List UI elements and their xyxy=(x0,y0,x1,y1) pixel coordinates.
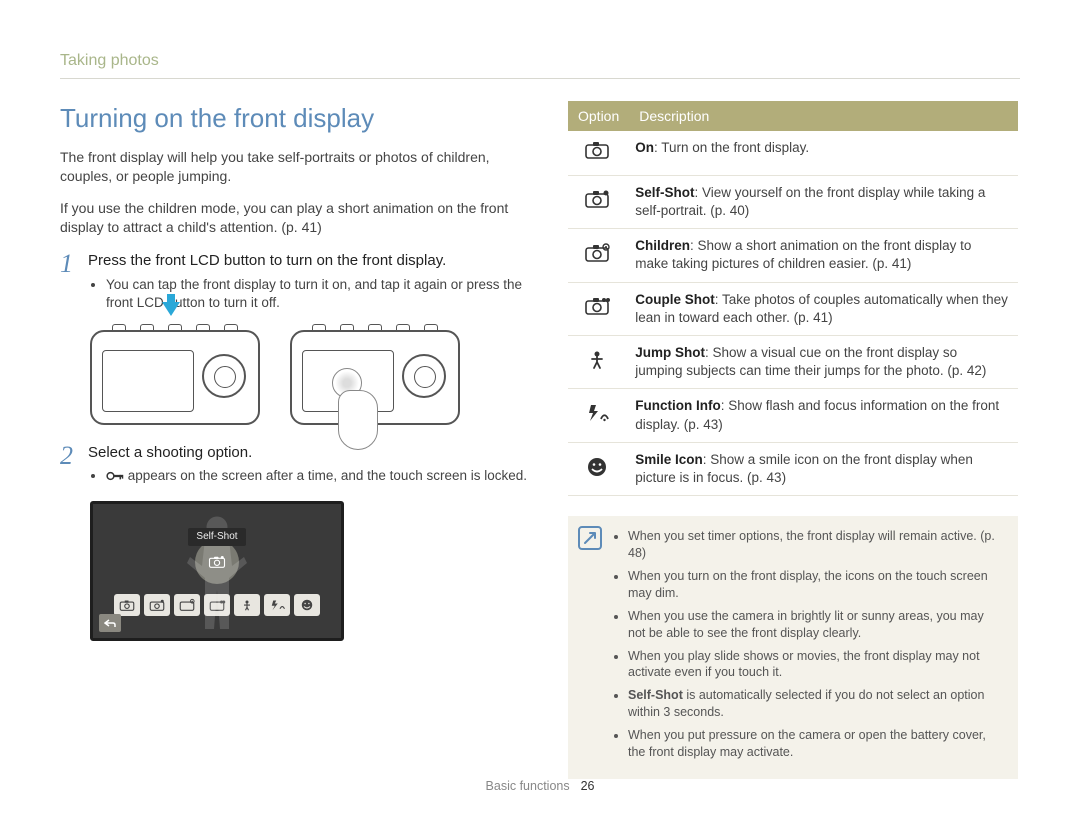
jump-shot-icon xyxy=(583,349,611,371)
th-description: Description xyxy=(629,101,1018,132)
step-2-bullet: appears on the screen after a time, and … xyxy=(106,467,530,485)
intro-para-1: The front display will help you take sel… xyxy=(60,148,530,186)
camera-illustration-row xyxy=(90,330,530,425)
note-item: When you put pressure on the camera or o… xyxy=(628,727,1004,761)
step-number: 2 xyxy=(60,443,78,485)
lcd-func-icon xyxy=(264,594,290,616)
page-title: Turning on the front display xyxy=(60,101,530,136)
table-row: Function Info: Show flash and focus info… xyxy=(568,389,1018,442)
table-row: Jump Shot: Show a visual cue on the fron… xyxy=(568,336,1018,389)
smile-icon xyxy=(583,456,611,478)
lcd-mode-label: Self-Shot xyxy=(188,528,245,546)
note-item: When you set timer options, the front di… xyxy=(628,528,1004,562)
lcd-back-icon xyxy=(99,614,121,632)
breadcrumb: Taking photos xyxy=(60,50,1020,79)
note-item: When you play slide shows or movies, the… xyxy=(628,648,1004,682)
camera-press-illustration xyxy=(90,330,260,425)
step-1: 1 Press the front LCD button to turn on … xyxy=(60,251,530,312)
function-info-icon xyxy=(583,402,611,424)
note-item: Self-Shot is automatically selected if y… xyxy=(628,687,1004,721)
table-row: Couple Shot: Take photos of couples auto… xyxy=(568,282,1018,335)
lock-key-icon xyxy=(106,469,124,483)
step-number: 1 xyxy=(60,251,78,312)
note-item: When you turn on the front display, the … xyxy=(628,568,1004,602)
table-row: Self-Shot: View yourself on the front di… xyxy=(568,175,1018,228)
press-arrow-icon xyxy=(162,302,180,316)
step-2: 2 Select a shooting option. appears on t… xyxy=(60,443,530,485)
table-row: Smile Icon: Show a smile icon on the fro… xyxy=(568,442,1018,495)
lcd-on-icon xyxy=(114,594,140,616)
step-2-head: Select a shooting option. xyxy=(88,443,530,463)
note-icon xyxy=(578,526,602,550)
couple-shot-icon xyxy=(583,295,611,317)
self-shot-icon xyxy=(583,188,611,210)
on-icon xyxy=(583,139,611,161)
note-box: When you set timer options, the front di… xyxy=(568,516,1018,779)
lcd-screenshot: Self-Shot xyxy=(90,501,344,641)
step-1-head: Press the front LCD button to turn on th… xyxy=(88,251,530,271)
options-table: Option Description On: Turn on the front… xyxy=(568,101,1018,497)
page-footer: Basic functions 26 xyxy=(0,778,1080,795)
table-row: Children: Show a short animation on the … xyxy=(568,229,1018,282)
children-icon xyxy=(583,242,611,264)
th-option: Option xyxy=(568,101,629,132)
table-row: On: Turn on the front display. xyxy=(568,131,1018,175)
lcd-self-icon xyxy=(144,594,170,616)
finger-tap-icon xyxy=(332,368,362,398)
lcd-smile-icon xyxy=(294,594,320,616)
note-item: When you use the camera in brightly lit … xyxy=(628,608,1004,642)
intro-para-2: If you use the children mode, you can pl… xyxy=(60,199,530,237)
